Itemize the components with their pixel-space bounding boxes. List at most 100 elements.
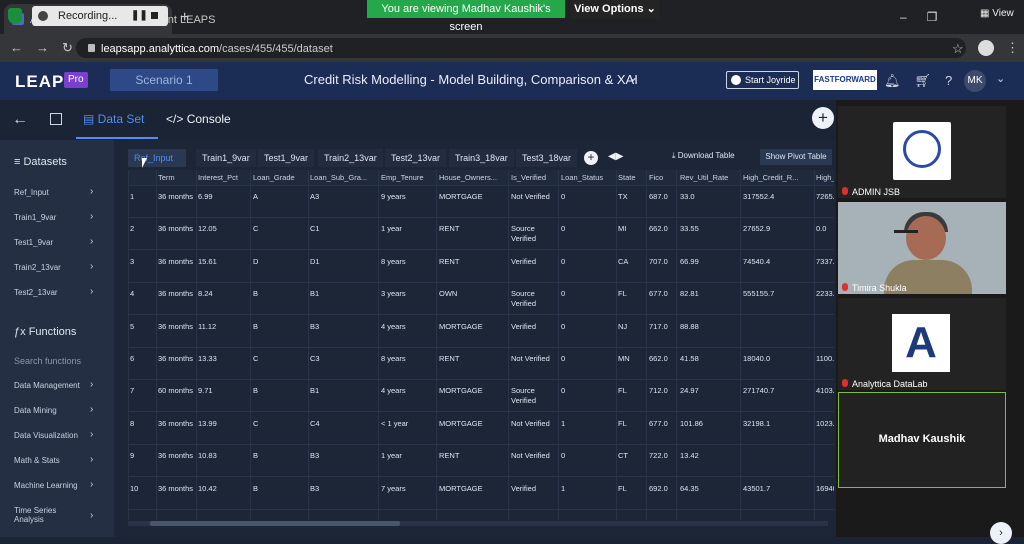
table-row[interactable]: 7 60 months 9.71 B B1 4 years MORTGAGE Source V… (128, 380, 834, 413)
download-table-button[interactable]: ⤓ Download Table (672, 151, 735, 161)
dataset-tab[interactable]: Train1_9var (196, 149, 256, 167)
start-joyride-button[interactable]: Start Joyride (726, 71, 799, 89)
table-icon[interactable] (50, 113, 62, 125)
dataset-tab[interactable]: Test3_18var (516, 149, 578, 167)
column-header[interactable]: High_Credit_R... (743, 170, 813, 186)
pause-icon[interactable]: ❚❚ (131, 10, 148, 21)
stop-icon[interactable] (151, 12, 158, 19)
tab-scroll-arrows[interactable]: ◀▶ (608, 151, 623, 162)
chevron-down-icon[interactable]: ⌄ (996, 72, 1005, 85)
sidebar-item-function[interactable]: Data Visualization (14, 431, 78, 440)
sidebar-item-dataset[interactable]: Train2_13var (14, 263, 61, 272)
column-header[interactable]: House_Owners... (439, 170, 509, 186)
window-controls[interactable]: –❐ (900, 10, 957, 24)
column-header[interactable]: Interest_Pct (198, 170, 250, 186)
table-row[interactable]: 3 36 months 15.61 D D1 8 years RENT Verified 0 CA… (128, 251, 834, 283)
column-header[interactable]: High_... (816, 170, 834, 186)
show-pivot-table-button[interactable]: Show Pivot Table (760, 149, 832, 165)
chevron-right-icon[interactable]: › (90, 211, 93, 222)
column-header[interactable]: Loan_Status (561, 170, 616, 186)
table-cell: C4 (310, 418, 320, 428)
table-row[interactable]: 1 36 months 6.99 A A3 9 years MORTGAGE Not Veri… (128, 186, 834, 218)
sidebar-item-dataset[interactable]: Ref_Input (14, 188, 49, 197)
chevron-right-icon[interactable]: › (90, 404, 93, 415)
table-row[interactable]: 10 36 months 10.42 B B3 7 years MORTGAGE Verifi… (128, 478, 834, 510)
avatar[interactable]: MK (964, 70, 986, 92)
zoom-view-button[interactable]: ▦ View (980, 8, 1014, 19)
chevron-right-icon[interactable]: › (90, 236, 93, 247)
chevron-right-icon[interactable]: › (90, 261, 93, 272)
chevron-right-icon[interactable]: › (90, 454, 93, 465)
table-row[interactable]: 8 36 months 13.99 C C4 < 1 year MORTGAGE Not Ve… (128, 413, 834, 445)
sidebar-item-dataset[interactable]: Train1_9var (14, 213, 56, 222)
view-options-label: View Options (574, 3, 644, 15)
column-header[interactable]: Fico (649, 170, 678, 186)
table-row[interactable]: 2 36 months 12.05 C C1 1 year RENT Source Verif… (128, 218, 834, 251)
chevron-right-icon[interactable]: › (90, 510, 93, 521)
column-header[interactable]: Loan_Sub_Gra... (310, 170, 378, 186)
chevron-right-icon[interactable]: › (90, 186, 93, 197)
cart-icon[interactable]: 🛒︎ (915, 73, 946, 88)
scenario-selector[interactable]: Scenario 1 (110, 69, 218, 91)
table-cell: 66.99 (680, 256, 699, 266)
dataset-tab[interactable]: Test2_13var (385, 149, 447, 167)
table-row[interactable]: 4 36 months 8.24 B B1 3 years OWN Source Verifi… (128, 283, 834, 316)
scroll-down-button[interactable]: › (990, 522, 1012, 544)
dataset-tab[interactable]: Test1_9var (258, 149, 315, 167)
profile-icon[interactable] (978, 40, 994, 56)
column-header[interactable]: Loan_Grade (253, 170, 308, 186)
add-dataset-tab-button[interactable]: + (584, 151, 598, 165)
column-header[interactable]: Emp_Tenure (381, 170, 437, 186)
sidebar-item-dataset[interactable]: Test2_13var (14, 288, 58, 297)
browser-menu-icon[interactable]: ⋮ (1006, 40, 1019, 56)
table-row[interactable]: 6 36 months 13.33 C C3 8 years RENT Not Verifie… (128, 348, 834, 380)
table-cell: 10 (130, 483, 139, 493)
table-row[interactable]: 9 36 months 10.83 B B3 1 year RENT Not Verified… (128, 445, 834, 478)
column-divider (676, 170, 677, 520)
url-text[interactable]: leapsapp.analyttica.com/cases/455/455/da… (101, 43, 333, 55)
column-header[interactable]: Term (158, 170, 196, 186)
sidebar-item-function[interactable]: Data Management (14, 381, 80, 390)
participant-video[interactable] (838, 202, 1006, 294)
add-button[interactable]: + (812, 107, 834, 129)
participant-name-label: Timira Shukla (852, 283, 907, 293)
participant-name: Madhav Kaushik (878, 433, 966, 445)
chevron-right-icon[interactable]: › (90, 379, 93, 390)
chevron-down-icon[interactable]: ⌄ (628, 70, 638, 84)
column-header[interactable]: Rev_Util_Rate (680, 170, 740, 186)
scrollbar-thumb[interactable] (150, 521, 400, 526)
sidebar-item-function[interactable]: Data Mining (14, 406, 57, 415)
table-cell: 16940... (816, 483, 834, 493)
view-options-button[interactable]: View Options ⌄ (571, 0, 659, 18)
chevron-right-icon[interactable]: › (90, 286, 93, 297)
sidebar-item-function[interactable]: Math & Stats (14, 456, 60, 465)
sidebar-item-function[interactable]: Time Series Analysis (14, 506, 84, 524)
column-divider (378, 170, 379, 520)
table-cell: 6.99 (198, 192, 213, 201)
tab-console[interactable]: </> Console (166, 112, 231, 126)
dataset-tab[interactable]: Ref_Input ✎ (128, 149, 186, 181)
column-header[interactable]: State (618, 170, 647, 186)
chevron-right-icon[interactable]: › (90, 429, 93, 440)
search-functions-input[interactable]: Search functions (8, 352, 108, 370)
table-cell: 1 year (381, 451, 402, 461)
dataset-tab[interactable]: Train3_18var (449, 149, 514, 167)
column-header[interactable]: Is_Verified (511, 170, 559, 186)
participant-name: Timira Shukla (842, 283, 907, 293)
table-row[interactable]: 5 36 months 11.12 B B3 4 years MORTGAGE Verifie… (128, 316, 834, 348)
sidebar-item-function[interactable]: Machine Learning (14, 481, 78, 490)
header-icons[interactable]: 🔔︎🛒︎? (884, 73, 966, 89)
dataset-tab[interactable]: Train2_13var (318, 149, 383, 167)
sidebar-item-dataset[interactable]: Test1_9var (14, 238, 53, 247)
table-cell: 8 years (381, 354, 406, 363)
table-cell: 0 (561, 354, 566, 363)
active-speaker-tile[interactable]: Madhav Kaushik (838, 392, 1006, 488)
tab-dataset[interactable]: ▤ Data Set (83, 112, 144, 126)
chevron-right-icon[interactable]: › (90, 479, 93, 490)
table-cell: 712.0 (649, 386, 668, 396)
navigation-buttons[interactable]: ←→↻ (10, 40, 86, 56)
bookmark-star-icon[interactable]: ☆ (952, 41, 964, 57)
new-tab-button[interactable]: + (180, 9, 189, 27)
bell-icon[interactable]: 🔔︎ (884, 73, 915, 88)
back-arrow-icon[interactable]: ← (12, 111, 28, 129)
